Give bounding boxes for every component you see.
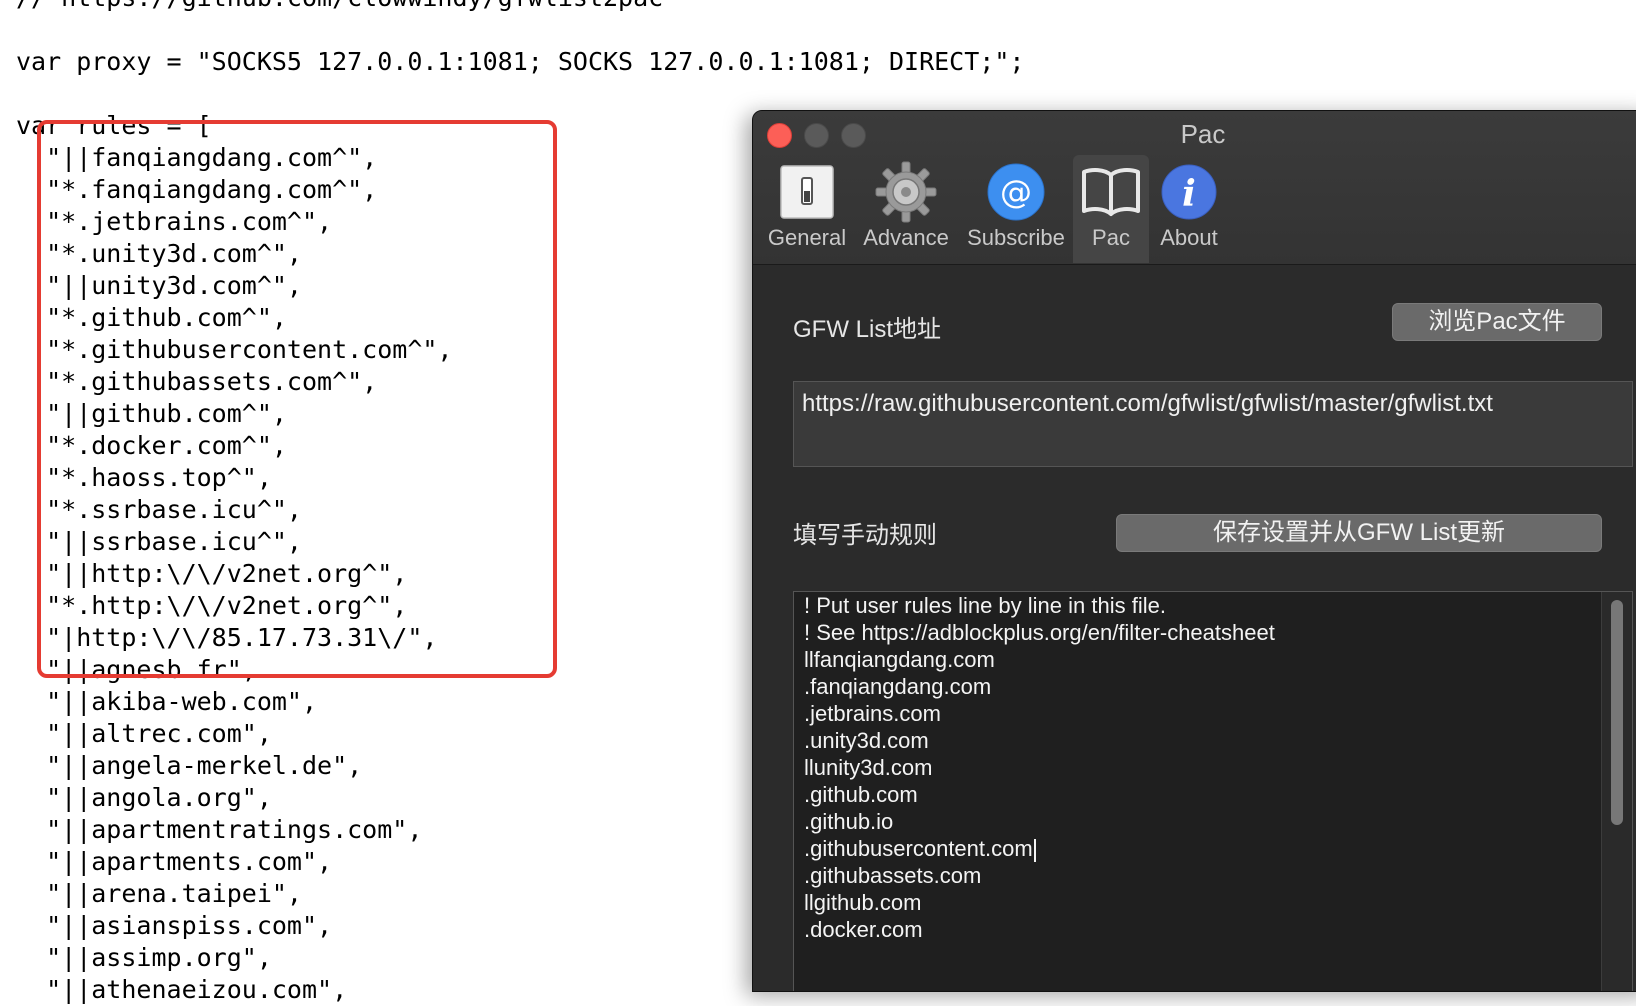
browse-pac-file-button[interactable]: 浏览Pac文件 bbox=[1392, 303, 1602, 341]
scrollbar-thumb[interactable] bbox=[1611, 600, 1623, 825]
tab-subscribe-label: Subscribe bbox=[967, 225, 1065, 250]
tab-subscribe[interactable]: @ Subscribe bbox=[963, 155, 1069, 263]
tab-about[interactable]: i About bbox=[1151, 155, 1227, 263]
rule-line: llunity3d.com bbox=[804, 755, 933, 780]
rule-line: .github.io bbox=[804, 809, 894, 834]
code-line: // https://github.com/clowwindy/gfwlist2… bbox=[16, 0, 1024, 14]
pac-preferences-window: Pac General Advance @ Subscribe Pac i Ab… bbox=[752, 110, 1636, 992]
rules-scrollbar[interactable] bbox=[1601, 592, 1632, 991]
rules-list: ! Put user rules line by line in this fi… bbox=[804, 592, 1592, 943]
window-titlebar: Pac General Advance @ Subscribe Pac i Ab… bbox=[753, 111, 1636, 265]
save-and-update-button[interactable]: 保存设置并从GFW List更新 bbox=[1116, 514, 1602, 552]
rule-line: .jetbrains.com bbox=[804, 701, 941, 726]
rule-line: llfanqiangdang.com bbox=[804, 647, 995, 672]
window-title: Pac bbox=[1180, 119, 1226, 149]
tab-advance-label: Advance bbox=[863, 225, 949, 250]
info-icon: i bbox=[1161, 164, 1217, 220]
rule-line: .fanqiangdang.com bbox=[804, 674, 992, 699]
highlight-rectangle bbox=[37, 120, 557, 678]
svg-text:i: i bbox=[1182, 173, 1196, 215]
rule-line-with-caret: .githubusercontent.com bbox=[804, 835, 1592, 862]
rule-line: .githubassets.com bbox=[804, 863, 982, 888]
tab-general-label: General bbox=[767, 225, 847, 250]
at-icon: @ bbox=[987, 163, 1045, 221]
rule-line: .docker.com bbox=[804, 917, 923, 942]
gfw-list-label: GFW List地址 bbox=[793, 316, 941, 343]
rule-line: .unity3d.com bbox=[804, 728, 929, 753]
manual-rules-textarea[interactable]: ! Put user rules line by line in this fi… bbox=[793, 591, 1633, 991]
rule-text: .githubusercontent.com bbox=[804, 836, 1033, 861]
book-icon bbox=[1082, 168, 1140, 216]
code-line: var proxy = "SOCKS5 127.0.0.1:1081; SOCK… bbox=[16, 47, 1025, 76]
svg-text:@: @ bbox=[1000, 173, 1032, 211]
tab-general[interactable]: General bbox=[765, 155, 849, 263]
rule-line: .github.com bbox=[804, 782, 918, 807]
rule-line: ! Put user rules line by line in this fi… bbox=[804, 593, 1166, 618]
tab-pac-label: Pac bbox=[1092, 225, 1130, 250]
rule-line: llgithub.com bbox=[804, 890, 922, 915]
switch-icon bbox=[780, 165, 834, 219]
gear-icon bbox=[875, 161, 937, 223]
tab-about-label: About bbox=[1160, 225, 1218, 250]
rule-line: ! See https://adblockplus.org/en/filter-… bbox=[804, 620, 1275, 645]
gfw-list-url-field[interactable]: https://raw.githubusercontent.com/gfwlis… bbox=[793, 381, 1633, 467]
tab-advance[interactable]: Advance bbox=[859, 155, 953, 263]
text-caret bbox=[1033, 838, 1036, 862]
manual-rules-label: 填写手动规则 bbox=[793, 522, 937, 549]
tab-pac[interactable]: Pac bbox=[1073, 155, 1149, 263]
